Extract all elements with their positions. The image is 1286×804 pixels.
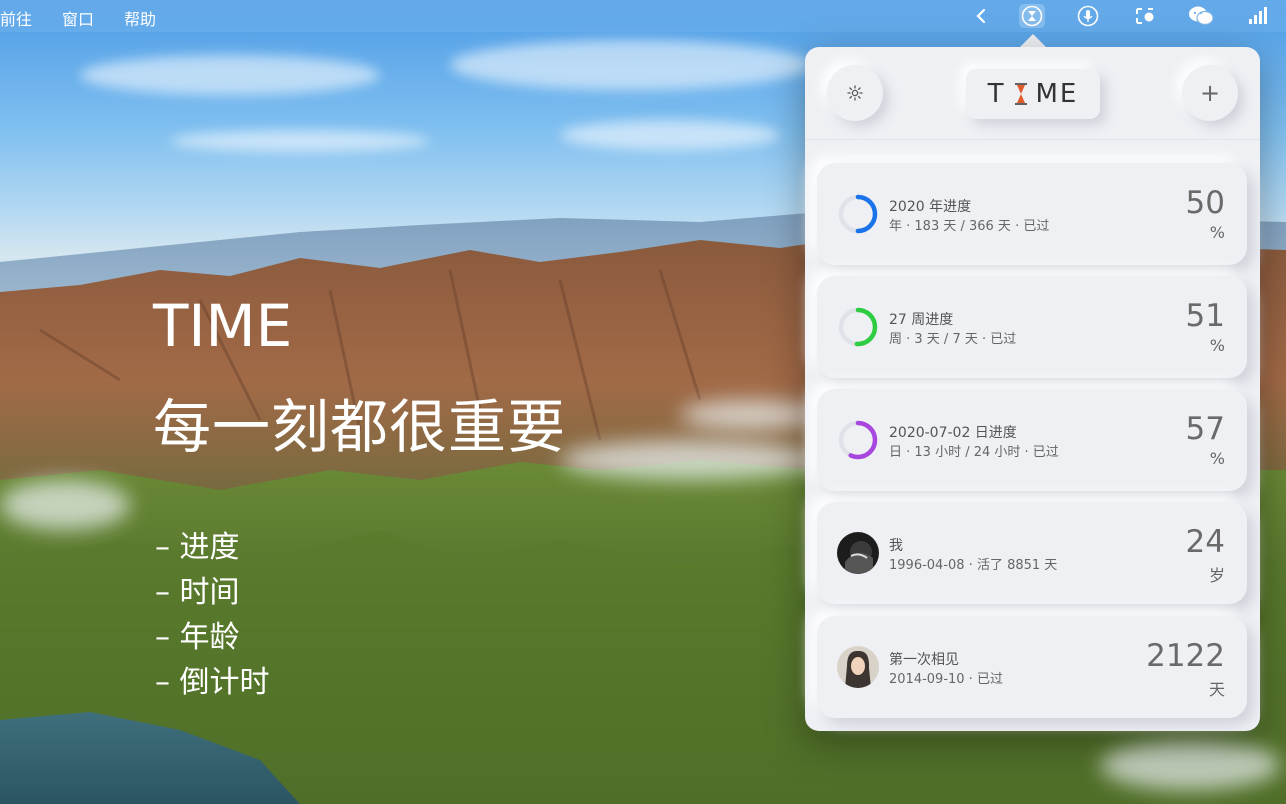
card-title: 27 周进度: [889, 312, 954, 328]
card-subtitle: 年 · 183 天 / 366 天 · 已过: [889, 219, 1050, 234]
time-app-popover: T ME + 2020 年进度 年 · 183 天 / 366 天 · 已过 5…: [805, 47, 1260, 731]
progress-ring-icon: [838, 194, 878, 234]
card-year-progress[interactable]: 2020 年进度 年 · 183 天 / 366 天 · 已过 50 %: [817, 163, 1247, 265]
menu-help[interactable]: 帮助: [124, 6, 156, 30]
card-unit: %: [1209, 449, 1225, 468]
card-week-progress[interactable]: 27 周进度 周 · 3 天 / 7 天 · 已过 51 %: [817, 276, 1247, 378]
fog: [0, 480, 130, 530]
card-title: 第一次相见: [889, 652, 959, 668]
popover-arrow: [1019, 34, 1047, 48]
signal-bars-icon[interactable]: [1245, 4, 1271, 28]
microphone-icon[interactable]: [1075, 4, 1101, 28]
fog: [1100, 740, 1280, 790]
feature-age: – 年龄: [155, 620, 240, 655]
wechat-icon[interactable]: [1186, 4, 1216, 28]
progress-ring-icon: [838, 420, 878, 460]
card-title: 2020 年进度: [889, 199, 972, 215]
card-subtitle: 日 · 13 小时 / 24 小时 · 已过: [889, 445, 1059, 460]
fog: [680, 400, 820, 430]
feature-time: – 时间: [155, 575, 240, 610]
feature-progress: – 进度: [155, 530, 240, 565]
card-title: 我: [889, 538, 903, 554]
card-unit: 岁: [1208, 566, 1225, 585]
fog: [560, 440, 820, 480]
settings-button[interactable]: [827, 65, 883, 121]
card-title: 2020-07-02 日进度: [889, 425, 1017, 441]
card-value: 24: [1185, 524, 1225, 560]
chevron-left-icon[interactable]: [968, 4, 994, 28]
card-unit: 天: [1208, 680, 1225, 699]
logo-text-right: ME: [1035, 79, 1079, 109]
card-value: 51: [1185, 298, 1225, 334]
promo-title: TIME: [153, 292, 293, 360]
progress-ring-icon: [838, 307, 878, 347]
card-value: 50: [1185, 185, 1225, 221]
add-button[interactable]: +: [1182, 65, 1238, 121]
app-logo: T ME: [966, 69, 1100, 119]
card-subtitle: 2014-09-10 · 已过: [889, 672, 1003, 687]
card-unit: %: [1209, 336, 1225, 355]
hourglass-icon: [1014, 83, 1027, 105]
popover-header: T ME +: [805, 47, 1260, 140]
promo-slogan: 每一刻都很重要: [153, 393, 567, 461]
menu-window[interactable]: 窗口: [62, 6, 94, 30]
menu-go[interactable]: 前往: [0, 6, 32, 30]
card-first-meeting[interactable]: 第一次相见 2014-09-10 · 已过 2122 天: [817, 616, 1247, 718]
feature-countdown: – 倒计时: [155, 665, 270, 700]
card-age[interactable]: 我 1996-04-08 · 活了 8851 天 24 岁: [817, 502, 1247, 604]
screen-capture-icon[interactable]: [1132, 4, 1158, 28]
avatar: [837, 646, 879, 688]
card-subtitle: 1996-04-08 · 活了 8851 天: [889, 558, 1058, 573]
card-day-progress[interactable]: 2020-07-02 日进度 日 · 13 小时 / 24 小时 · 已过 57…: [817, 389, 1247, 491]
avatar: [837, 532, 879, 574]
card-subtitle: 周 · 3 天 / 7 天 · 已过: [889, 332, 1017, 347]
logo-text-left: T: [987, 79, 1006, 109]
time-hourglass-icon[interactable]: [1019, 4, 1045, 28]
plus-icon: +: [1199, 79, 1221, 107]
card-value: 57: [1185, 411, 1225, 447]
gear-icon: [847, 85, 863, 101]
card-value: 2122: [1146, 638, 1225, 674]
menu-bar: 前往 窗口 帮助: [0, 0, 1286, 32]
card-unit: %: [1209, 223, 1225, 242]
